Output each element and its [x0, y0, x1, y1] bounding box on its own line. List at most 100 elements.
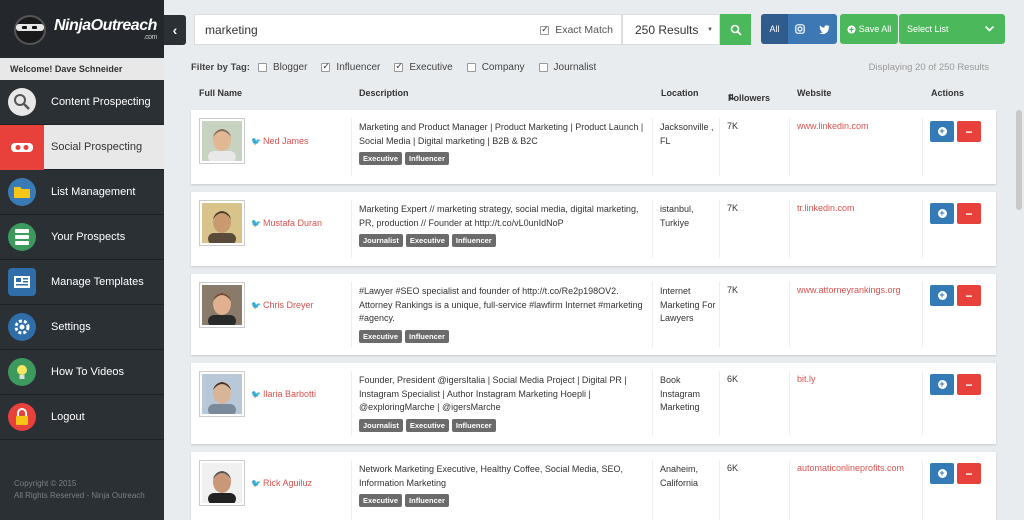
results-count-value: 250 Results	[635, 22, 699, 37]
column-header-description: Description	[359, 88, 409, 98]
column-divider	[922, 200, 923, 258]
column-divider	[922, 460, 923, 520]
filter-all-button[interactable]: All	[761, 14, 788, 44]
website-link[interactable]: automaticonlineprofits.com	[797, 463, 904, 473]
tag-badge: Influencer	[451, 234, 496, 247]
add-prospect-button[interactable]: +	[930, 203, 954, 224]
sidebar-item-your-prospects[interactable]: Your Prospects	[0, 215, 164, 260]
tag-checkbox[interactable]	[538, 62, 548, 72]
prospect-name-link[interactable]: Mustafa Duran	[263, 218, 322, 228]
chevron-down-icon	[984, 25, 995, 32]
scrollbar[interactable]	[1016, 110, 1022, 210]
filter-tag-executive[interactable]: Executive	[394, 61, 453, 73]
column-divider	[351, 200, 352, 258]
remove-prospect-button[interactable]: −	[957, 374, 981, 395]
actions-cell: + −	[930, 121, 981, 142]
column-header-full-name: Full Name	[199, 88, 243, 98]
location-cell: Jacksonville , FL	[660, 122, 714, 146]
exact-match-checkbox[interactable]	[540, 24, 550, 35]
sidebar-item-manage-templates[interactable]: Manage Templates	[0, 260, 164, 305]
gear-icon	[8, 313, 36, 341]
sidebar-item-content-prospecting[interactable]: Content Prospecting	[0, 80, 164, 125]
column-divider	[351, 371, 352, 436]
exact-match-toggle[interactable]: Exact Match	[540, 24, 613, 36]
tag-list: Executive Influencer	[359, 494, 644, 507]
column-divider	[719, 118, 720, 176]
filter-tag-blogger[interactable]: Blogger	[257, 62, 307, 73]
sidebar-item-social-prospecting[interactable]: Social Prospecting	[0, 124, 164, 170]
prospect-name-link[interactable]: Rick Aguiluz	[263, 478, 312, 488]
tag-checkbox[interactable]	[257, 62, 267, 72]
remove-prospect-button[interactable]: −	[957, 121, 981, 142]
avatar	[199, 200, 245, 246]
followers-cell: 6K	[727, 374, 739, 384]
prospect-name-link[interactable]: Chris Dreyer	[263, 300, 314, 310]
remove-prospect-button[interactable]: −	[957, 285, 981, 306]
tag-badge: Influencer	[451, 418, 496, 432]
sidebar-item-label: Settings	[51, 321, 91, 333]
search-icon	[730, 24, 742, 36]
save-all-button[interactable]: Save All	[840, 14, 898, 44]
tag-checkbox[interactable]	[394, 61, 404, 72]
twitter-icon: 🐦	[251, 218, 261, 228]
tag-filter-row: Filter by Tag: Blogger Influencer Execut…	[191, 60, 1001, 74]
collapse-sidebar-button[interactable]: ‹	[164, 15, 186, 45]
filter-tag-company[interactable]: Company	[466, 62, 525, 73]
minus-icon: −	[965, 377, 973, 392]
filter-tag-journalist[interactable]: Journalist	[538, 61, 597, 73]
table-row: 🐦 Ilaria Barbotti Founder, President @ig…	[191, 363, 996, 444]
remove-prospect-button[interactable]: −	[957, 203, 981, 224]
column-header-website: Website	[797, 88, 832, 98]
tag-checkbox[interactable]	[321, 61, 331, 72]
chevron-left-icon: ‹	[172, 22, 178, 38]
tag-list: Journalist Executive Influencer	[359, 234, 644, 247]
plus-circle-icon	[847, 24, 856, 34]
save-all-label: Save All	[858, 24, 892, 34]
results-count-select[interactable]: 250 Results ▼	[622, 14, 720, 45]
column-divider	[922, 118, 923, 176]
description-text: Founder, President @igersItalia | Social…	[359, 375, 627, 412]
copyright: Copyright © 2015 All Rights Reserved - N…	[14, 479, 145, 500]
full-name-cell: 🐦 Chris Dreyer	[199, 282, 313, 328]
column-divider	[652, 118, 653, 176]
network-filter-group: All	[761, 14, 837, 44]
database-icon	[8, 223, 36, 251]
prospect-name-link[interactable]: Ned James	[263, 136, 309, 146]
website-link[interactable]: bit.ly	[797, 374, 816, 384]
remove-prospect-button[interactable]: −	[957, 463, 981, 484]
sidebar-item-how-to-videos[interactable]: How To Videos	[0, 350, 164, 395]
twitter-icon: 🐦	[251, 478, 261, 488]
website-link[interactable]: tr.linkedin.com	[797, 203, 855, 213]
tag-badge: Influencer	[405, 152, 449, 165]
column-divider	[922, 371, 923, 436]
sidebar-item-label: Your Prospects	[51, 231, 126, 243]
tag-checkbox[interactable]	[466, 62, 476, 72]
actions-cell: + −	[930, 374, 981, 395]
add-prospect-button[interactable]: +	[930, 374, 954, 395]
table-header: Full Name Description Location Followers…	[191, 83, 996, 103]
filter-instagram-button[interactable]	[788, 14, 812, 44]
sidebar-item-settings[interactable]: Settings	[0, 305, 164, 350]
prospect-name-link[interactable]: Ilaria Barbotti	[263, 389, 316, 399]
sidebar-item-logout[interactable]: Logout	[0, 395, 164, 440]
sidebar-item-list-management[interactable]: List Management	[0, 170, 164, 215]
avatar	[199, 460, 245, 506]
logo[interactable]: NinjaOutreach .com	[0, 0, 164, 58]
filter-twitter-button[interactable]	[812, 14, 837, 44]
search-input[interactable]	[195, 22, 495, 37]
column-divider	[351, 282, 352, 347]
website-link[interactable]: www.attorneyrankings.org	[797, 285, 901, 295]
filter-tag-influencer[interactable]: Influencer	[321, 61, 380, 73]
tag-label: Journalist	[553, 61, 597, 73]
search-button[interactable]	[720, 14, 751, 45]
full-name-cell: 🐦 Mustafa Duran	[199, 200, 322, 246]
column-header-location: Location	[661, 88, 699, 98]
add-prospect-button[interactable]: +	[930, 121, 954, 142]
select-list-dropdown[interactable]: Select List	[899, 14, 1005, 44]
add-prospect-button[interactable]: +	[930, 463, 954, 484]
followers-cell: 7K	[727, 203, 739, 213]
template-icon	[8, 268, 36, 296]
website-link[interactable]: www.linkedin.com	[797, 121, 869, 131]
filter-label: Filter by Tag:	[191, 61, 250, 73]
add-prospect-button[interactable]: +	[930, 285, 954, 306]
